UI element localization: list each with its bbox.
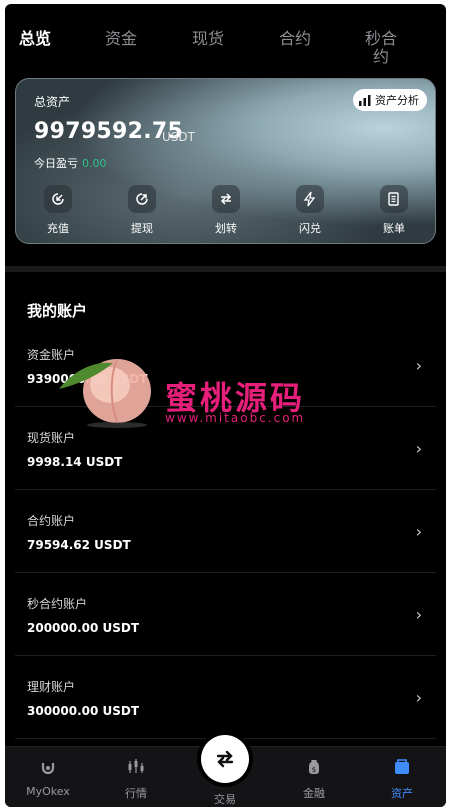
account-name: 秒合约账户: [27, 597, 88, 611]
account-row-second-contract[interactable]: 秒合约账户 200000.00 USDT ›: [15, 573, 436, 656]
transfer-button[interactable]: 划转: [196, 185, 256, 236]
asset-analysis-button[interactable]: 资产分析: [353, 89, 427, 111]
nav-assets-label: 资产: [391, 787, 413, 800]
nav-finance-label: 金融: [303, 787, 325, 800]
deposit-button[interactable]: 充值: [28, 185, 88, 236]
nav-finance[interactable]: $ 金融: [279, 755, 349, 801]
nav-trade-label: 交易: [214, 793, 236, 806]
nav-market-label: 行情: [125, 787, 147, 800]
account-balance: 200000.00 USDT: [27, 621, 140, 635]
today-pnl-label: 今日盈亏: [34, 157, 78, 170]
svg-text:$: $: [312, 766, 316, 774]
app-screen: 总览 资金 现货 合约 秒合 约 总资产 资产分析 9979592.75 USD…: [5, 4, 446, 807]
tab-overview-label: 总览: [18, 29, 51, 48]
myokex-icon: [13, 755, 83, 779]
deposit-label: 充值: [47, 222, 69, 235]
finance-icon: $: [279, 755, 349, 779]
account-row-spot[interactable]: 现货账户 9998.14 USDT ›: [15, 407, 436, 490]
assets-icon: [367, 755, 437, 779]
account-balance: 9998.14 USDT: [27, 455, 123, 469]
withdraw-label: 提现: [131, 222, 153, 235]
bill-button[interactable]: 账单: [364, 185, 424, 236]
account-row-contract[interactable]: 合约账户 79594.62 USDT ›: [15, 490, 436, 573]
transfer-icon: [212, 185, 240, 213]
chevron-right-icon: ›: [415, 688, 422, 707]
chevron-right-icon: ›: [415, 522, 422, 541]
market-icon: [101, 755, 171, 779]
bill-icon: [380, 185, 408, 213]
tab-funds[interactable]: 资金: [91, 30, 151, 48]
account-list: 资金账户 9390000.00 USDT › 现货账户 9998.14 USDT…: [15, 324, 436, 739]
account-name: 现货账户: [27, 431, 76, 445]
total-assets-title: 总资产: [34, 95, 71, 109]
my-accounts-title: 我的账户: [27, 302, 88, 320]
asset-actions: 充值 提现 划转 闪兑 账单: [16, 185, 435, 243]
bottom-nav: MyOkex 行情 交易 $ 金融 资产: [5, 735, 446, 807]
flash-icon: [296, 185, 324, 213]
tab-second-contract[interactable]: 秒合 约: [351, 30, 411, 66]
total-assets-amount: 9979592.75: [34, 119, 184, 144]
account-name: 合约账户: [27, 514, 76, 528]
account-balance: 9390000.00 USDT: [27, 372, 148, 386]
chevron-right-icon: ›: [415, 356, 422, 375]
total-assets-card: 总资产 资产分析 9979592.75 USDT 今日盈亏 0.00 充值 提现…: [15, 78, 436, 244]
account-row-finance[interactable]: 理财账户 300000.00 USDT ›: [15, 656, 436, 739]
chevron-right-icon: ›: [415, 605, 422, 624]
top-tab-bar: 总览 资金 现货 合约 秒合 约: [5, 4, 446, 72]
account-row-funding[interactable]: 资金账户 9390000.00 USDT ›: [15, 324, 436, 407]
account-balance: 79594.62 USDT: [27, 538, 131, 552]
tab-funds-label: 资金: [104, 29, 137, 48]
tab-contract[interactable]: 合约: [265, 30, 325, 48]
nav-market[interactable]: 行情: [101, 755, 171, 801]
nav-myokex-label: MyOkex: [26, 785, 70, 798]
tab-second-contract-label-line1: 秒合: [364, 29, 397, 48]
tab-spot[interactable]: 现货: [178, 30, 238, 48]
asset-analysis-label: 资产分析: [375, 94, 419, 107]
flash-swap-label: 闪兑: [299, 222, 321, 235]
nav-myokex[interactable]: MyOkex: [13, 755, 83, 798]
tab-spot-label: 现货: [191, 29, 224, 48]
account-name: 理财账户: [27, 680, 76, 694]
today-pnl-value: 0.00: [82, 157, 107, 170]
account-balance: 300000.00 USDT: [27, 704, 140, 718]
deposit-icon: [44, 185, 72, 213]
tab-second-contract-label-line2: 约: [372, 47, 389, 66]
section-divider: [5, 266, 446, 272]
withdraw-button[interactable]: 提现: [112, 185, 172, 236]
bill-label: 账单: [383, 222, 405, 235]
flash-swap-button[interactable]: 闪兑: [280, 185, 340, 236]
trade-button[interactable]: [201, 735, 249, 783]
bar-chart-icon: [359, 94, 371, 106]
chevron-right-icon: ›: [415, 439, 422, 458]
total-assets-unit: USDT: [162, 130, 195, 144]
today-pnl: 今日盈亏 0.00: [34, 155, 107, 171]
transfer-label: 划转: [215, 222, 237, 235]
withdraw-icon: [128, 185, 156, 213]
trade-icon: [216, 750, 234, 768]
account-name: 资金账户: [27, 348, 76, 362]
nav-assets[interactable]: 资产: [367, 755, 437, 801]
tab-contract-label: 合约: [278, 29, 311, 48]
tab-overview[interactable]: 总览: [5, 30, 65, 48]
